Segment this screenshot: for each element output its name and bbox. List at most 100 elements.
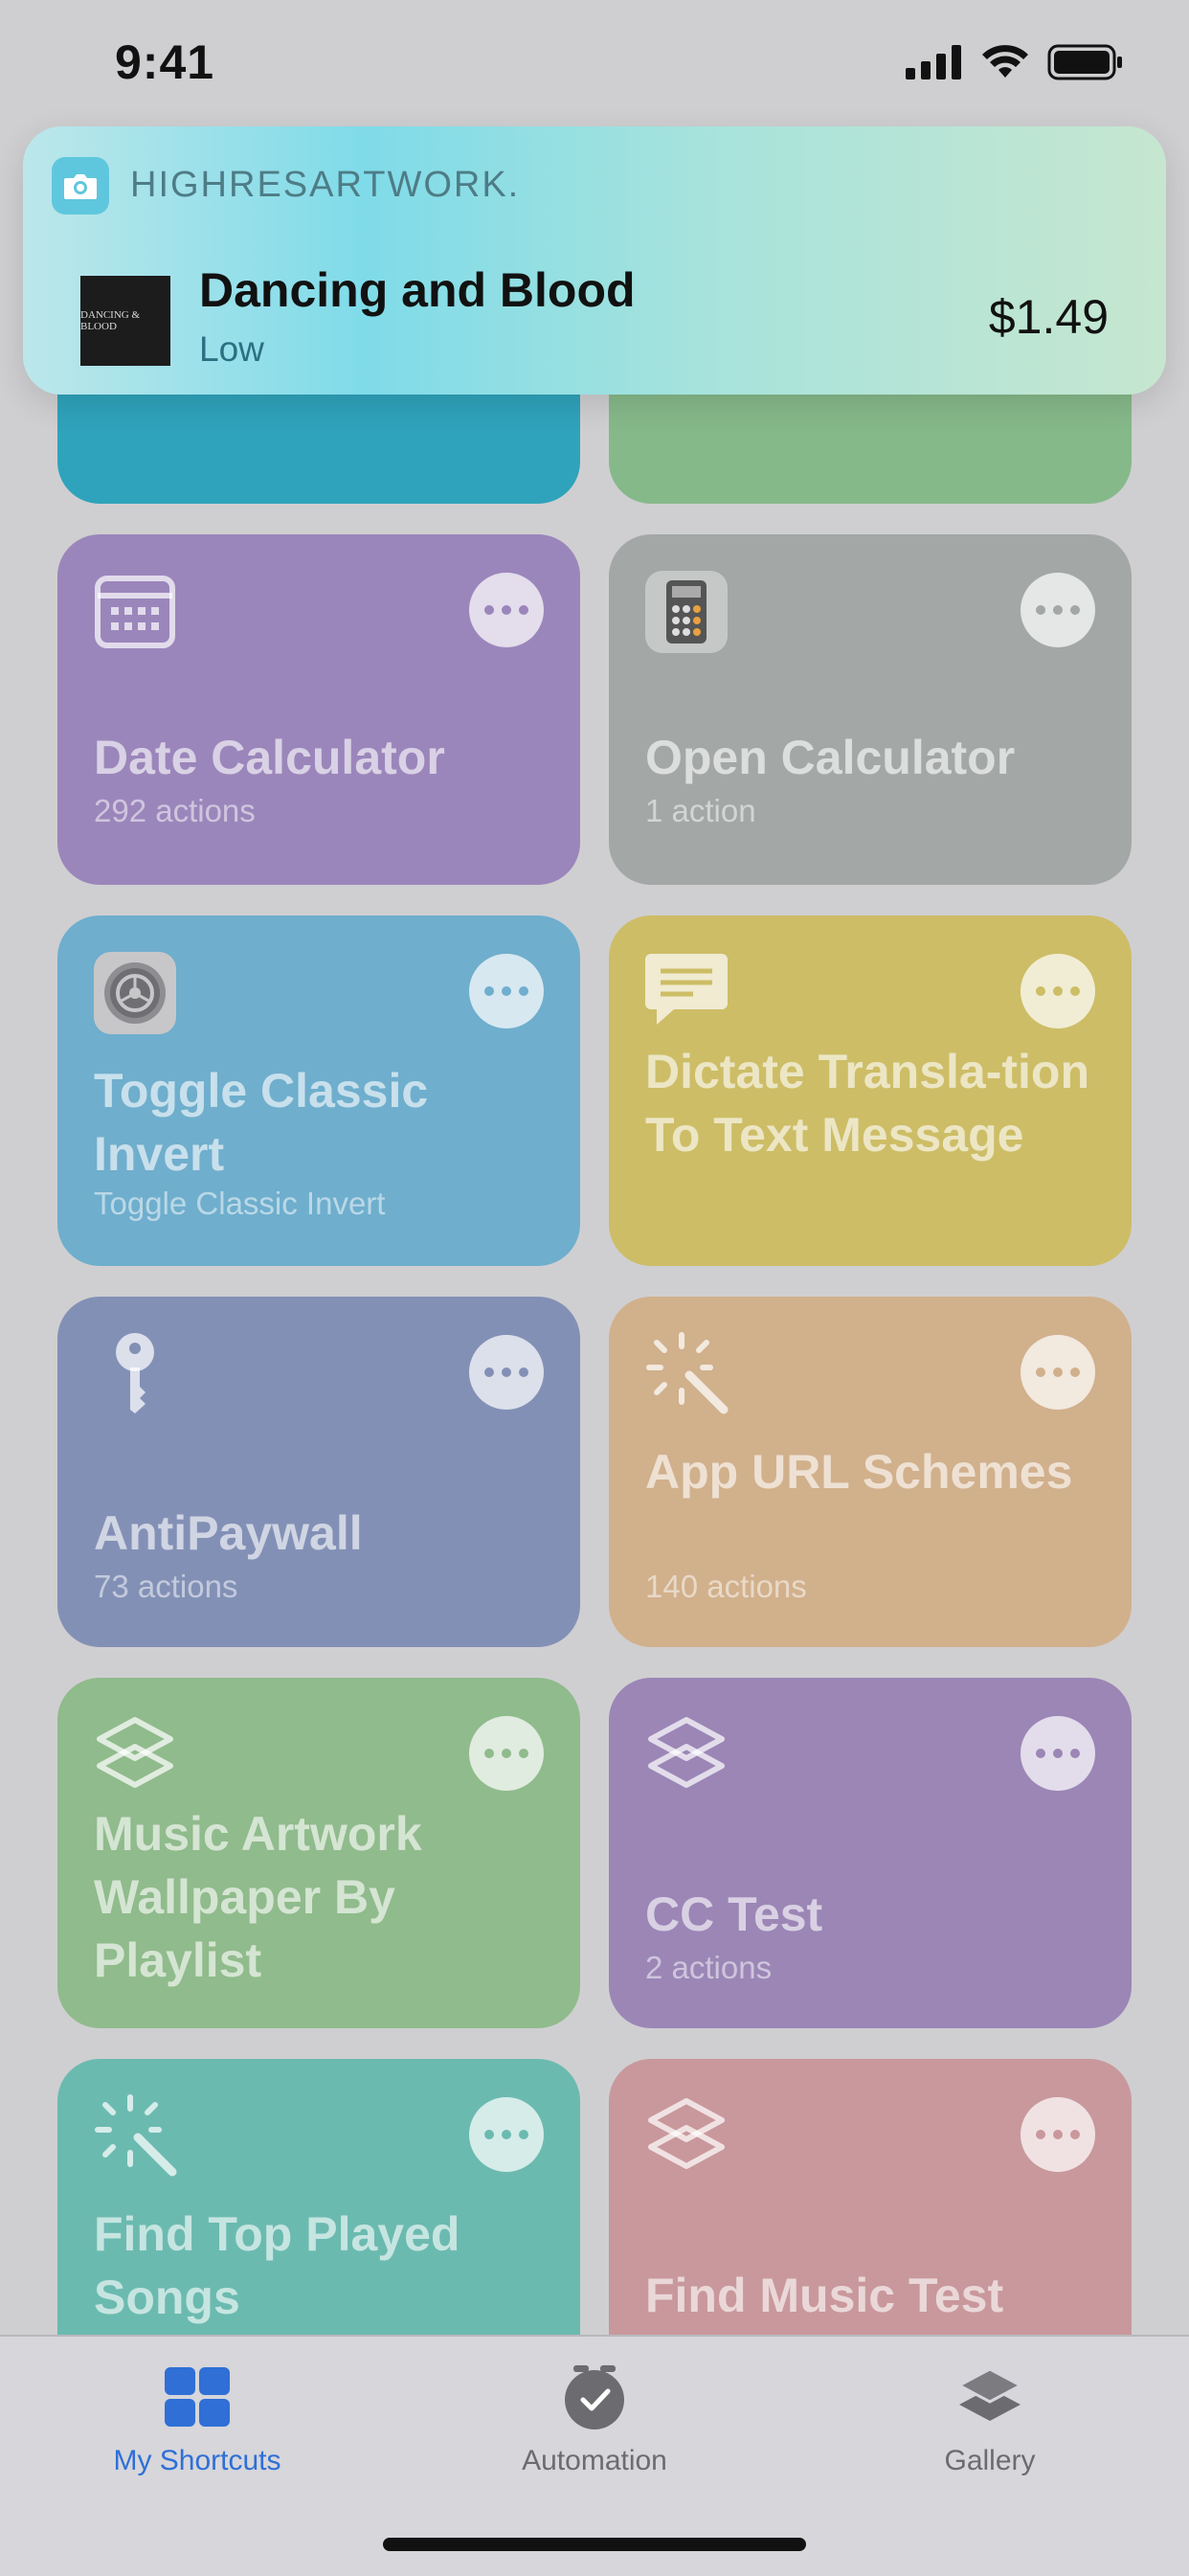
shortcut-title: Date Calculator <box>94 731 445 784</box>
shortcut-subtitle: 73 actions <box>94 1569 238 1604</box>
tab-my-shortcuts[interactable]: My Shortcuts <box>54 2363 341 2477</box>
more-options-button[interactable] <box>1021 2097 1095 2172</box>
cellular-signal-icon <box>906 45 961 79</box>
ellipsis-dot <box>1036 1367 1045 1377</box>
more-options-button[interactable] <box>469 2097 544 2172</box>
ellipsis-dot <box>1070 1367 1080 1377</box>
shortcut-title: Find Music Test <box>645 2269 1004 2322</box>
ellipsis-dot <box>1053 2130 1063 2139</box>
ellipsis-dot <box>1036 986 1045 996</box>
ellipsis-dot <box>1070 2130 1080 2139</box>
home-indicator <box>383 2538 806 2551</box>
shortcut-subtitle: 1 action <box>645 793 756 828</box>
calendar-icon <box>92 569 178 655</box>
camera-app-icon <box>52 157 109 215</box>
ellipsis-dot <box>502 1367 511 1377</box>
ellipsis-dot <box>1053 1367 1063 1377</box>
ellipsis-dot <box>484 1749 494 1758</box>
shortcut-subtitle: Toggle Classic Invert <box>94 1186 386 1221</box>
tab-gallery[interactable]: Gallery <box>846 2363 1133 2477</box>
shortcuts-grid: HighResArtwork.1,200 actionsUpdateHub298… <box>57 249 1132 2335</box>
ellipsis-dot <box>1036 2130 1045 2139</box>
grid-icon <box>165 2367 230 2427</box>
status-icons <box>906 44 1124 80</box>
battery-icon <box>1047 44 1122 80</box>
tab-label: Gallery <box>944 2445 1036 2476</box>
ellipsis-dot <box>484 2130 494 2139</box>
shortcut-title: Find Top Played Songs <box>94 2207 460 2324</box>
message-icon <box>643 950 729 1036</box>
ellipsis-dot <box>519 2130 528 2139</box>
shortcut-card[interactable]: AntiPaywall 73 actions <box>57 1297 580 1647</box>
album-artwork-text: DANCING & BLOOD <box>80 309 141 332</box>
shortcut-card[interactable]: Toggle Classic Invert Toggle Classic Inve… <box>57 915 580 1266</box>
more-options-button[interactable] <box>1021 1716 1095 1791</box>
ellipsis-dot <box>484 605 494 615</box>
shortcut-title: App URL Schemes <box>645 1445 1073 1499</box>
shortcut-card[interactable]: CC Test 2 actions <box>609 1678 1132 2028</box>
more-options-button[interactable] <box>1021 954 1095 1028</box>
ellipsis-dot <box>502 1749 511 1758</box>
ellipsis-dot <box>502 986 511 996</box>
tab-automation[interactable]: Automation <box>451 2363 738 2477</box>
layers-icon <box>955 2367 1024 2421</box>
ellipsis-dot <box>519 605 528 615</box>
shortcut-title: CC Test <box>645 1887 823 1941</box>
shortcut-title: Toggle Classic Invert <box>94 1064 429 1181</box>
more-options-button[interactable] <box>1021 1335 1095 1410</box>
settings-gear-icon <box>92 950 178 1036</box>
notification-banner[interactable]: HIGHRESARTWORK. DANCING & BLOOD Dancing … <box>23 126 1166 395</box>
ellipsis-dot <box>1070 986 1080 996</box>
more-options-button[interactable] <box>469 954 544 1028</box>
tab-label: My Shortcuts <box>113 2445 281 2476</box>
ellipsis-dot <box>484 1367 494 1377</box>
clock-check-icon <box>565 2365 624 2429</box>
magic-wand-icon <box>643 1331 729 1417</box>
shortcut-title: AntiPaywall <box>94 1506 363 1560</box>
layers-icon <box>643 1712 729 1798</box>
ellipsis-dot <box>484 986 494 996</box>
layers-icon <box>92 1712 178 1798</box>
status-time: 9:41 <box>115 35 215 89</box>
ellipsis-dot <box>519 986 528 996</box>
more-options-button[interactable] <box>469 1335 544 1410</box>
layers-icon <box>643 2093 729 2180</box>
notification-subtitle: Low <box>199 329 264 369</box>
ellipsis-dot <box>502 605 511 615</box>
shortcut-subtitle: 140 actions <box>645 1569 807 1604</box>
ellipsis-dot <box>1053 1749 1063 1758</box>
magic-wand-icon <box>92 2093 178 2180</box>
notification-title: Dancing and Blood <box>199 263 636 317</box>
more-options-button[interactable] <box>1021 573 1095 647</box>
album-artwork: DANCING & BLOOD <box>80 276 170 366</box>
shortcut-title: Dictate Transla-tion To Text Message <box>645 1045 1089 1162</box>
shortcut-subtitle: 292 actions <box>94 793 256 828</box>
shortcut-card[interactable]: Dictate Transla-tion To Text Message <box>609 915 1132 1266</box>
calculator-icon <box>643 569 729 655</box>
ellipsis-dot <box>1036 1749 1045 1758</box>
ellipsis-dot <box>519 1749 528 1758</box>
ellipsis-dot <box>1036 605 1045 615</box>
wifi-icon <box>982 45 1028 78</box>
notification-app-name: HIGHRESARTWORK. <box>130 165 521 205</box>
tab-label: Automation <box>522 2445 667 2476</box>
shortcut-title: Open Calculator <box>645 731 1016 784</box>
more-options-button[interactable] <box>469 1716 544 1791</box>
shortcut-card[interactable]: Find Music Test <box>609 2059 1132 2335</box>
shortcut-title: Music Artwork Wallpaper By Playlist <box>94 1807 422 1987</box>
ellipsis-dot <box>1053 605 1063 615</box>
shortcut-card[interactable]: Music Artwork Wallpaper By Playlist <box>57 1678 580 2028</box>
shortcut-card[interactable]: App URL Schemes 140 actions <box>609 1297 1132 1647</box>
shortcut-card[interactable]: Find Top Played Songs <box>57 2059 580 2335</box>
ellipsis-dot <box>1070 1749 1080 1758</box>
status-bar: 9:41 <box>0 0 1189 124</box>
shortcut-card[interactable]: Open Calculator 1 action <box>609 534 1132 885</box>
key-icon <box>92 1331 178 1417</box>
ellipsis-dot <box>1070 605 1080 615</box>
ellipsis-dot <box>502 2130 511 2139</box>
shortcut-card[interactable]: Date Calculator 292 actions <box>57 534 580 885</box>
ellipsis-dot <box>519 1367 528 1377</box>
more-options-button[interactable] <box>469 573 544 647</box>
ellipsis-dot <box>1053 986 1063 996</box>
notification-price: $1.49 <box>988 290 1109 344</box>
